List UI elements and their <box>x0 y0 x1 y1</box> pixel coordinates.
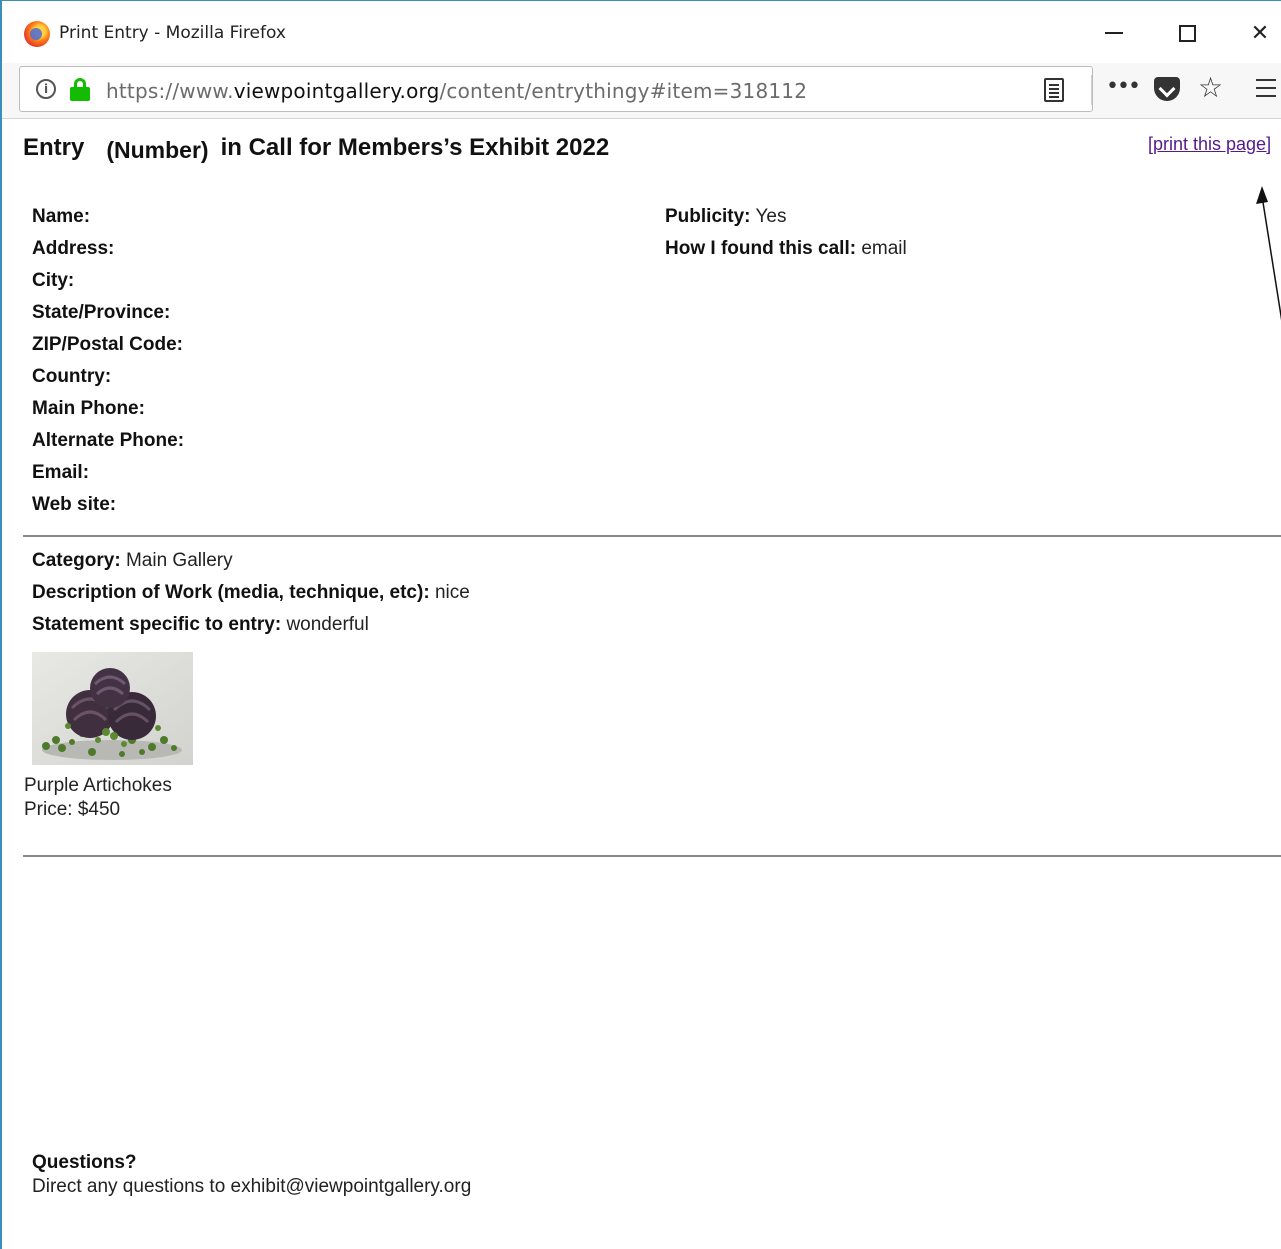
address-bar[interactable]: i https://www.viewpointgallery.org/conte… <box>19 66 1093 112</box>
reader-view-icon[interactable] <box>1044 78 1064 102</box>
title-entry: Entry <box>23 134 85 161</box>
extra-field-row: How I found this call: email <box>665 238 907 270</box>
minimize-button[interactable] <box>1094 15 1134 51</box>
artwork-price: Price: $450 <box>24 799 121 820</box>
artwork-caption: Purple Artichokes Price: $450 <box>24 774 172 822</box>
field-label: Statement specific to entry: <box>32 614 282 635</box>
firefox-logo-icon <box>24 21 50 47</box>
field-label: ZIP/Postal Code: <box>32 334 183 355</box>
field-value: Main Gallery <box>125 550 233 571</box>
lock-icon[interactable] <box>70 78 90 101</box>
title-entry-number: (Number) <box>106 137 209 163</box>
maximize-icon <box>1178 24 1196 42</box>
contact-field-row: Alternate Phone: <box>32 430 184 462</box>
entry-field-row: Category: Main Gallery <box>32 550 470 582</box>
section-divider <box>23 535 1281 537</box>
browser-window: Print Entry - Mozilla Firefox ✕ i https:… <box>0 0 1281 1249</box>
toolbar-divider <box>1091 75 1092 105</box>
entry-field-row: Description of Work (media, technique, e… <box>32 582 470 614</box>
url-text[interactable]: https://www.viewpointgallery.org/content… <box>106 79 807 103</box>
minimize-icon <box>1105 32 1123 34</box>
close-button[interactable]: ✕ <box>1240 15 1280 51</box>
extra-fields: Publicity: Yes How I found this call: ema… <box>665 206 907 270</box>
bookmark-star-icon[interactable]: ☆ <box>1198 71 1223 105</box>
extra-field-row: Publicity: Yes <box>665 206 907 238</box>
info-icon[interactable]: i <box>36 79 56 99</box>
annotation-arrow <box>1256 186 1281 321</box>
field-label: Alternate Phone: <box>32 430 185 451</box>
field-label: State/Province: <box>32 302 171 323</box>
field-label: City: <box>32 270 75 291</box>
field-value: email <box>861 238 907 259</box>
entry-field-row: Statement specific to entry: wonderful <box>32 614 470 646</box>
url-prefix: https://www. <box>106 79 234 103</box>
title-bar: Print Entry - Mozilla Firefox ✕ <box>2 1 1281 63</box>
questions-heading: Questions? <box>32 1152 137 1173</box>
section-divider-bottom <box>23 855 1281 857</box>
field-label: Main Phone: <box>32 398 145 419</box>
print-page-link[interactable]: [print this page] <box>1148 134 1271 155</box>
contact-field-row: Email: <box>32 462 184 494</box>
pocket-icon[interactable] <box>1154 77 1180 101</box>
contact-field-row: Address: <box>32 238 184 270</box>
entry-details: Category: Main Gallery Description of Wor… <box>32 550 470 646</box>
field-label: Category: <box>32 550 121 571</box>
url-host: viewpointgallery.org <box>233 79 440 103</box>
title-call-name: in Call for Members’s Exhibit 2022 <box>220 134 610 161</box>
navigation-toolbar: i https://www.viewpointgallery.org/conte… <box>2 63 1281 119</box>
field-value: nice <box>434 582 470 603</box>
maximize-button[interactable] <box>1167 15 1207 51</box>
contact-field-row: City: <box>32 270 184 302</box>
url-path: /content/entrythingy#item=318112 <box>439 79 808 103</box>
close-icon: ✕ <box>1250 20 1270 46</box>
page-actions-more-icon[interactable]: ••• <box>1106 76 1141 98</box>
contact-field-row: State/Province: <box>32 302 184 334</box>
field-label: Country: <box>32 366 112 387</box>
questions-text: Direct any questions to exhibit@viewpoin… <box>32 1176 472 1197</box>
contact-field-row: Main Phone: <box>32 398 184 430</box>
field-label: Name: <box>32 206 91 227</box>
contact-field-row: Name: <box>32 206 184 238</box>
field-label: How I found this call: <box>665 238 857 259</box>
field-label: Description of Work (media, technique, e… <box>32 582 430 603</box>
window-title: Print Entry - Mozilla Firefox <box>59 23 286 43</box>
field-value: Yes <box>755 206 787 227</box>
field-label: Publicity: <box>665 206 751 227</box>
contact-field-row: Country: <box>32 366 184 398</box>
contact-field-row: Web site: <box>32 494 184 526</box>
page-title: Entry (Number) in Call for Members’s Exhib… <box>23 134 610 163</box>
page-content: Entry (Number) in Call for Members’s Exhib… <box>2 120 1281 1249</box>
questions-section: Questions? Direct any questions to exhib… <box>32 1151 471 1199</box>
artwork-title: Purple Artichokes <box>24 775 172 796</box>
contact-fields: Name: Address: City: State/Province: ZIP… <box>32 206 184 526</box>
hamburger-menu-icon[interactable] <box>1256 79 1276 97</box>
artwork-thumbnail[interactable] <box>32 652 193 765</box>
field-label: Email: <box>32 462 90 483</box>
contact-field-row: ZIP/Postal Code: <box>32 334 184 366</box>
field-label: Address: <box>32 238 115 259</box>
field-value: wonderful <box>286 614 369 635</box>
field-label: Web site: <box>32 494 117 515</box>
